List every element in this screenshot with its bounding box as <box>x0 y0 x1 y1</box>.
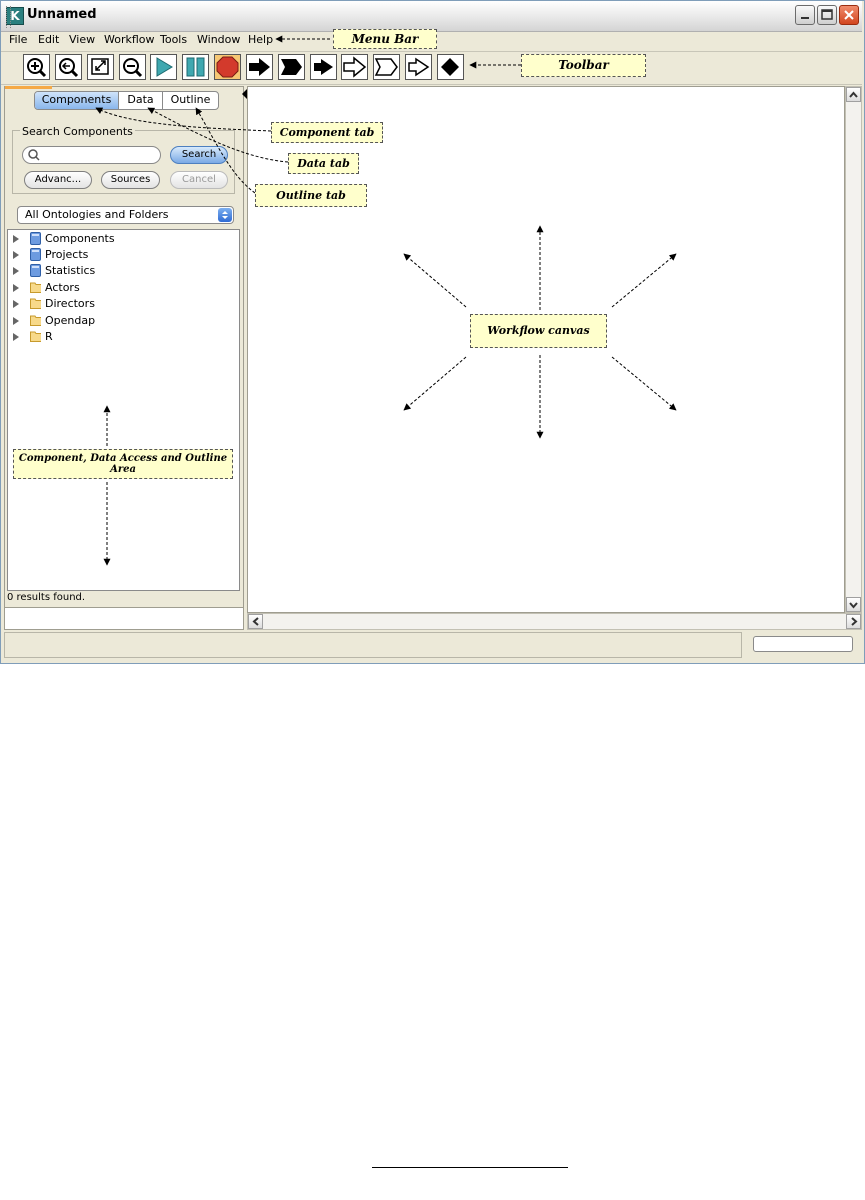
callout-component-area: Component, Data Access and Outline Area <box>13 449 233 479</box>
footnote-divider <box>372 1167 568 1168</box>
data-tab-arrow <box>147 107 289 163</box>
callout-workflow-canvas: Workflow canvas <box>470 314 607 348</box>
callout-menu-bar: Menu Bar <box>333 29 437 49</box>
callout-toolbar: Toolbar <box>521 54 646 77</box>
callout-outline-tab: Outline tab <box>255 184 367 207</box>
callout-component-area-line1: Component, Data Access and Outline <box>18 453 228 464</box>
outline-tab-arrow <box>195 107 256 194</box>
callout-component-tab: Component tab <box>271 122 383 143</box>
callout-data-tab: Data tab <box>288 153 359 174</box>
annotation-arrows <box>95 35 677 566</box>
callout-component-area-line2: Area <box>110 464 136 475</box>
component-tab-arrow <box>95 107 272 132</box>
